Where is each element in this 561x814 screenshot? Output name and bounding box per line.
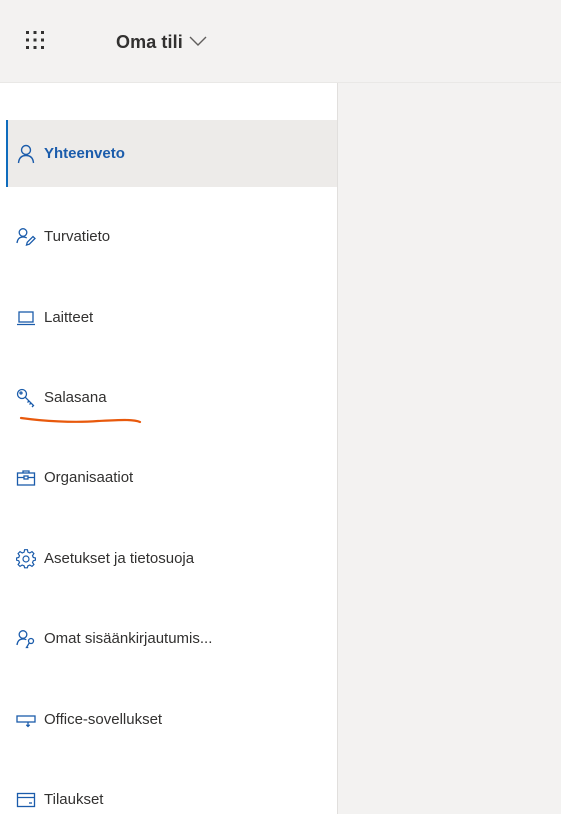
office-apps-icon [16, 710, 36, 730]
laptop-icon [16, 308, 36, 328]
briefcase-icon [16, 468, 36, 488]
sidebar-item-label: Salasana [44, 389, 107, 406]
sidebar-item-label: Tilaukset [44, 791, 104, 808]
sidebar-item-salasana[interactable]: Salasana [6, 364, 337, 431]
top-header-bar: Oma tili [0, 0, 561, 83]
account-title: Oma tili [116, 31, 183, 52]
sidebar-item-label: Asetukset ja tietosuoja [44, 550, 195, 567]
person-key-icon [16, 629, 36, 649]
sidebar-item-label: Turvatieto [44, 228, 111, 245]
sidebar-item-label: Organisaatiot [44, 469, 134, 486]
sidebar-item-label: Omat sisäänkirjautumis... [44, 630, 213, 647]
waffle-icon[interactable] [25, 30, 45, 50]
sidebar-item-turvatieto[interactable]: Turvatieto [6, 203, 337, 270]
sidebar-nav: Yhteenveto Turvatieto Laitteet Salasana … [0, 83, 338, 814]
sidebar-item-organisaatiot[interactable]: Organisaatiot [6, 444, 337, 511]
chevron-down-icon [189, 34, 207, 52]
sidebar-item-asetukset[interactable]: Asetukset ja tietosuoja [6, 525, 337, 592]
gear-icon [16, 548, 36, 569]
sidebar-item-label: Yhteenveto [44, 145, 125, 162]
sidebar-item-tilaukset[interactable]: Tilaukset [6, 766, 337, 814]
account-menu-button[interactable]: Oma tili [116, 28, 207, 56]
sidebar-item-label: Laitteet [44, 309, 94, 326]
sidebar-item-yhteenveto[interactable]: Yhteenveto [6, 120, 337, 187]
person-pen-icon [16, 227, 36, 247]
sidebar-item-laitteet[interactable]: Laitteet [6, 284, 337, 351]
subscription-card-icon [16, 790, 36, 810]
sidebar-item-office-sovellukset[interactable]: Office-sovellukset [6, 686, 337, 753]
account-portal: Oma tili Yhteenveto Turvatieto Laitteet … [0, 0, 561, 814]
sidebar-item-sisaankirjautumiset[interactable]: Omat sisäänkirjautumis... [6, 605, 337, 672]
key-icon [16, 388, 36, 408]
main-content [338, 83, 561, 814]
sidebar-item-label: Office-sovellukset [44, 711, 163, 728]
person-icon [16, 144, 36, 164]
